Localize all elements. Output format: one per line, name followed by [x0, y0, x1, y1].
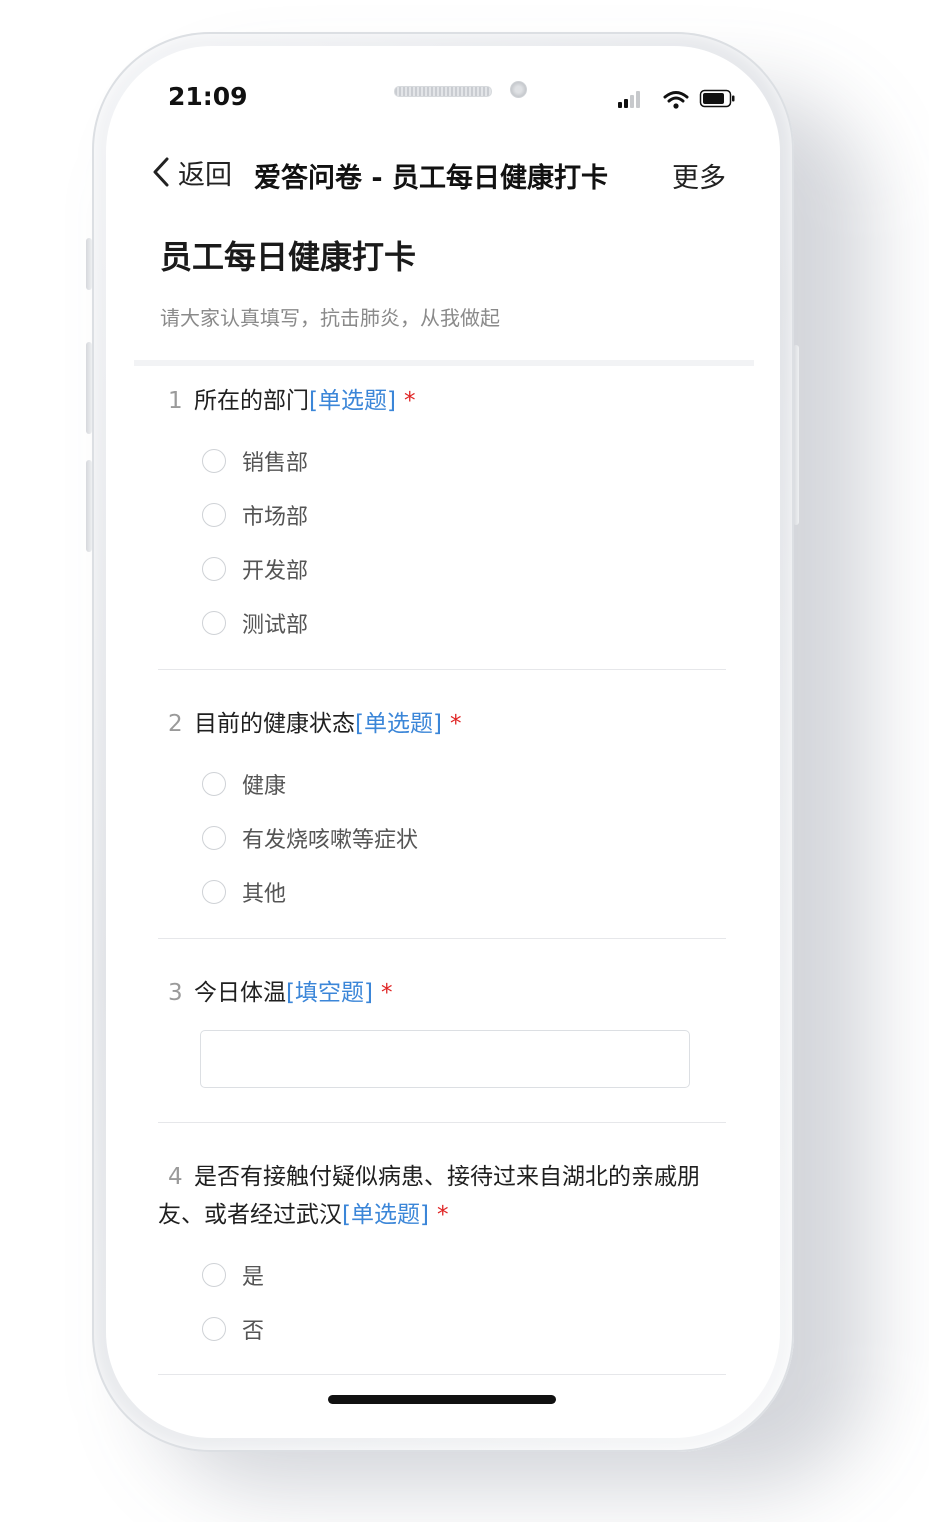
home-indicator[interactable] [328, 1395, 556, 1404]
radio-button[interactable] [202, 449, 226, 473]
option-sales[interactable]: 销售部 [158, 434, 728, 488]
required-marker: * [449, 711, 462, 737]
question-divider [158, 938, 726, 939]
radio-button[interactable] [202, 826, 226, 850]
radio-button[interactable] [202, 1317, 226, 1341]
radio-button[interactable] [202, 1263, 226, 1287]
question-divider [158, 1122, 726, 1123]
question-number: 2 [168, 711, 183, 737]
question-1-heading: 1 所在的部门[单选题] * [158, 382, 728, 420]
status-icons [618, 88, 738, 110]
question-4: 4 是否有接触付疑似病患、接待过来自湖北的亲戚朋友、或者经过武汉[单选题] * 是 … [158, 1158, 728, 1356]
required-marker: * [403, 388, 416, 414]
option-testing[interactable]: 测试部 [158, 596, 728, 650]
option-label: 市场部 [242, 505, 309, 530]
option-label: 是 [242, 1265, 265, 1290]
option-label: 销售部 [242, 451, 309, 476]
question-number: 4 [168, 1164, 183, 1190]
option-marketing[interactable]: 市场部 [158, 488, 728, 542]
option-label: 其他 [242, 882, 287, 907]
form-description: 请大家认真填写，抗击肺炎，从我做起 [160, 306, 500, 330]
option-label: 健康 [242, 774, 287, 799]
option-healthy[interactable]: 健康 [158, 757, 728, 811]
chevron-left-icon [153, 157, 169, 187]
question-2: 2 目前的健康状态[单选题] * 健康 有发烧咳嗽等症状 其他 [158, 705, 728, 919]
phone-screen: 21:09 返回 爱答问卷 - 员工每日健康打卡 更多 员工每日健康打卡 请大家… [106, 46, 780, 1438]
wifi-icon [663, 91, 689, 109]
question-divider [158, 1374, 726, 1375]
form-title: 员工每日健康打卡 [160, 238, 417, 276]
header-divider [134, 360, 754, 366]
radio-button[interactable] [202, 880, 226, 904]
front-camera [510, 81, 527, 98]
required-marker: * [380, 980, 393, 1006]
stage: 21:09 返回 爱答问卷 - 员工每日健康打卡 更多 员工每日健康打卡 请大家… [0, 0, 929, 1522]
radio-button[interactable] [202, 503, 226, 527]
option-label: 测试部 [242, 613, 309, 638]
question-number: 1 [168, 388, 183, 414]
temperature-input[interactable] [200, 1030, 690, 1088]
question-type: [单选题] [342, 1202, 429, 1228]
option-label: 开发部 [242, 559, 309, 584]
nav-bar: 返回 爱答问卷 - 员工每日健康打卡 更多 [106, 146, 780, 202]
radio-button[interactable] [202, 772, 226, 796]
question-text: 今日体温 [194, 980, 286, 1006]
more-button[interactable]: 更多 [672, 156, 726, 195]
phone-frame: 21:09 返回 爱答问卷 - 员工每日健康打卡 更多 员工每日健康打卡 请大家… [92, 32, 794, 1452]
question-text: 所在的部门 [194, 388, 309, 414]
question-text: 是否有接触付疑似病患、接待过来自湖北的亲戚朋友、或者经过武汉 [158, 1164, 700, 1228]
earpiece-speaker [394, 86, 492, 97]
option-label: 否 [242, 1319, 265, 1344]
option-other[interactable]: 其他 [158, 865, 728, 919]
question-2-heading: 2 目前的健康状态[单选题] * [158, 705, 728, 743]
question-4-heading: 4 是否有接触付疑似病患、接待过来自湖北的亲戚朋友、或者经过武汉[单选题] * [158, 1158, 718, 1234]
required-marker: * [436, 1202, 449, 1228]
question-1: 1 所在的部门[单选题] * 销售部 市场部 开发部 测试部 [158, 382, 728, 650]
back-button[interactable]: 返回 [150, 152, 232, 192]
option-fever-cough[interactable]: 有发烧咳嗽等症状 [158, 811, 728, 865]
question-type: [填空题] [286, 980, 373, 1006]
back-label: 返回 [178, 159, 232, 191]
status-icons-svg [618, 89, 735, 109]
radio-button[interactable] [202, 557, 226, 581]
option-label: 有发烧咳嗽等症状 [242, 828, 419, 853]
battery-icon [699, 89, 735, 108]
option-yes[interactable]: 是 [158, 1248, 728, 1302]
question-text: 目前的健康状态 [194, 711, 355, 737]
radio-button[interactable] [202, 611, 226, 635]
option-development[interactable]: 开发部 [158, 542, 728, 596]
cellular-signal-icon [618, 91, 640, 108]
question-divider [158, 669, 726, 670]
question-type: [单选题] [309, 388, 396, 414]
option-no[interactable]: 否 [158, 1302, 728, 1356]
status-time: 21:09 [168, 82, 248, 111]
form-header: 员工每日健康打卡 请大家认真填写，抗击肺炎，从我做起 [160, 232, 740, 331]
question-type: [单选题] [355, 711, 442, 737]
question-number: 3 [168, 980, 183, 1006]
nav-title: 爱答问卷 - 员工每日健康打卡 [254, 163, 609, 194]
question-3: 3 今日体温[填空题] * [158, 974, 728, 1088]
question-3-heading: 3 今日体温[填空题] * [158, 974, 728, 1012]
